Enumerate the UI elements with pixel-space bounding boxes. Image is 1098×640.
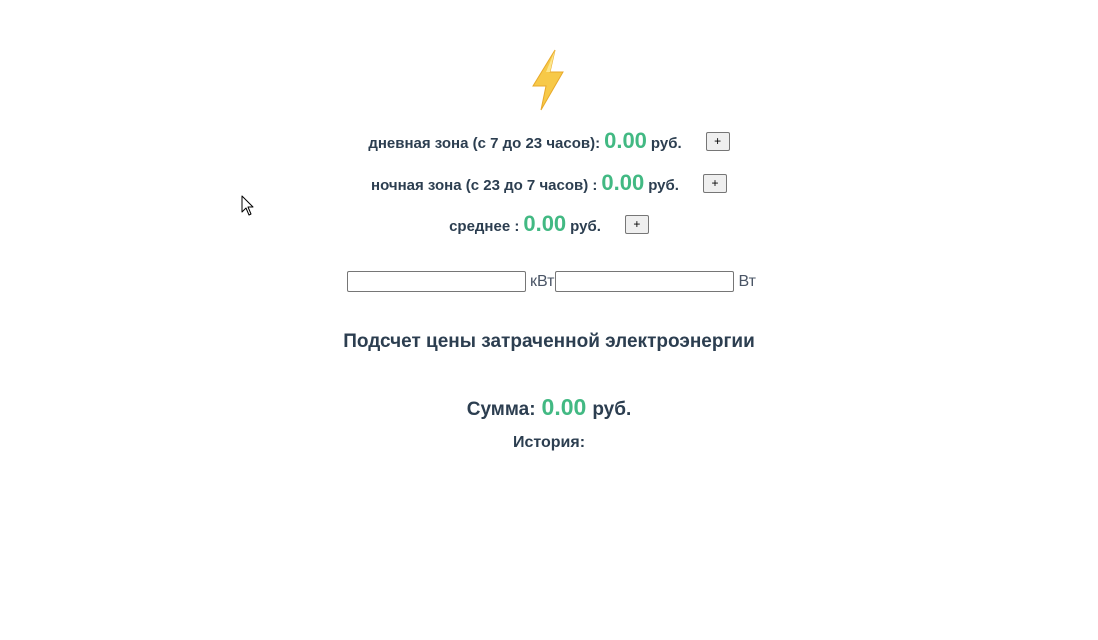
average-value: 0.00 <box>523 211 567 236</box>
day-zone-label: дневная зона (с 7 до 23 часов): <box>368 135 601 152</box>
page-heading: Подсчет цены затраченной электроэнергии <box>343 331 755 352</box>
day-zone-value: 0.00 <box>604 128 647 153</box>
history-label: История: <box>512 434 586 451</box>
average-add-button[interactable]: + <box>624 214 649 234</box>
sum-row: Сумма: 0.00 руб. <box>0 394 1098 421</box>
average-row: среднее : 0.00 руб. + <box>0 211 1098 237</box>
sum-label: Сумма: <box>466 399 536 420</box>
sum-currency: руб. <box>592 399 632 420</box>
average-currency: руб. <box>570 218 601 235</box>
night-zone-label: ночная зона (с 23 до 7 часов) : <box>371 177 598 194</box>
sum-value: 0.00 <box>541 394 587 420</box>
day-zone-add-button[interactable]: + <box>705 131 730 151</box>
night-zone-value: 0.00 <box>601 170 645 195</box>
power-inputs: кВт Вт <box>347 271 757 292</box>
kw-input[interactable] <box>347 271 526 292</box>
night-zone-currency: руб. <box>648 177 679 194</box>
page: дневная зона (с 7 до 23 часов): 0.00 руб… <box>0 0 1098 640</box>
day-zone-currency: руб. <box>650 135 682 152</box>
average-label: среднее : <box>449 218 520 235</box>
lightning-bolt-icon <box>532 49 564 111</box>
night-zone-add-button[interactable]: + <box>702 173 727 193</box>
day-zone-row: дневная зона (с 7 до 23 часов): 0.00 руб… <box>0 128 1098 154</box>
kw-unit-label: кВт <box>530 272 555 290</box>
mouse-pointer-icon <box>241 195 254 216</box>
w-unit-label: Вт <box>738 272 756 290</box>
night-zone-row: ночная зона (с 23 до 7 часов) : 0.00 руб… <box>0 170 1098 196</box>
w-input[interactable] <box>555 271 735 292</box>
